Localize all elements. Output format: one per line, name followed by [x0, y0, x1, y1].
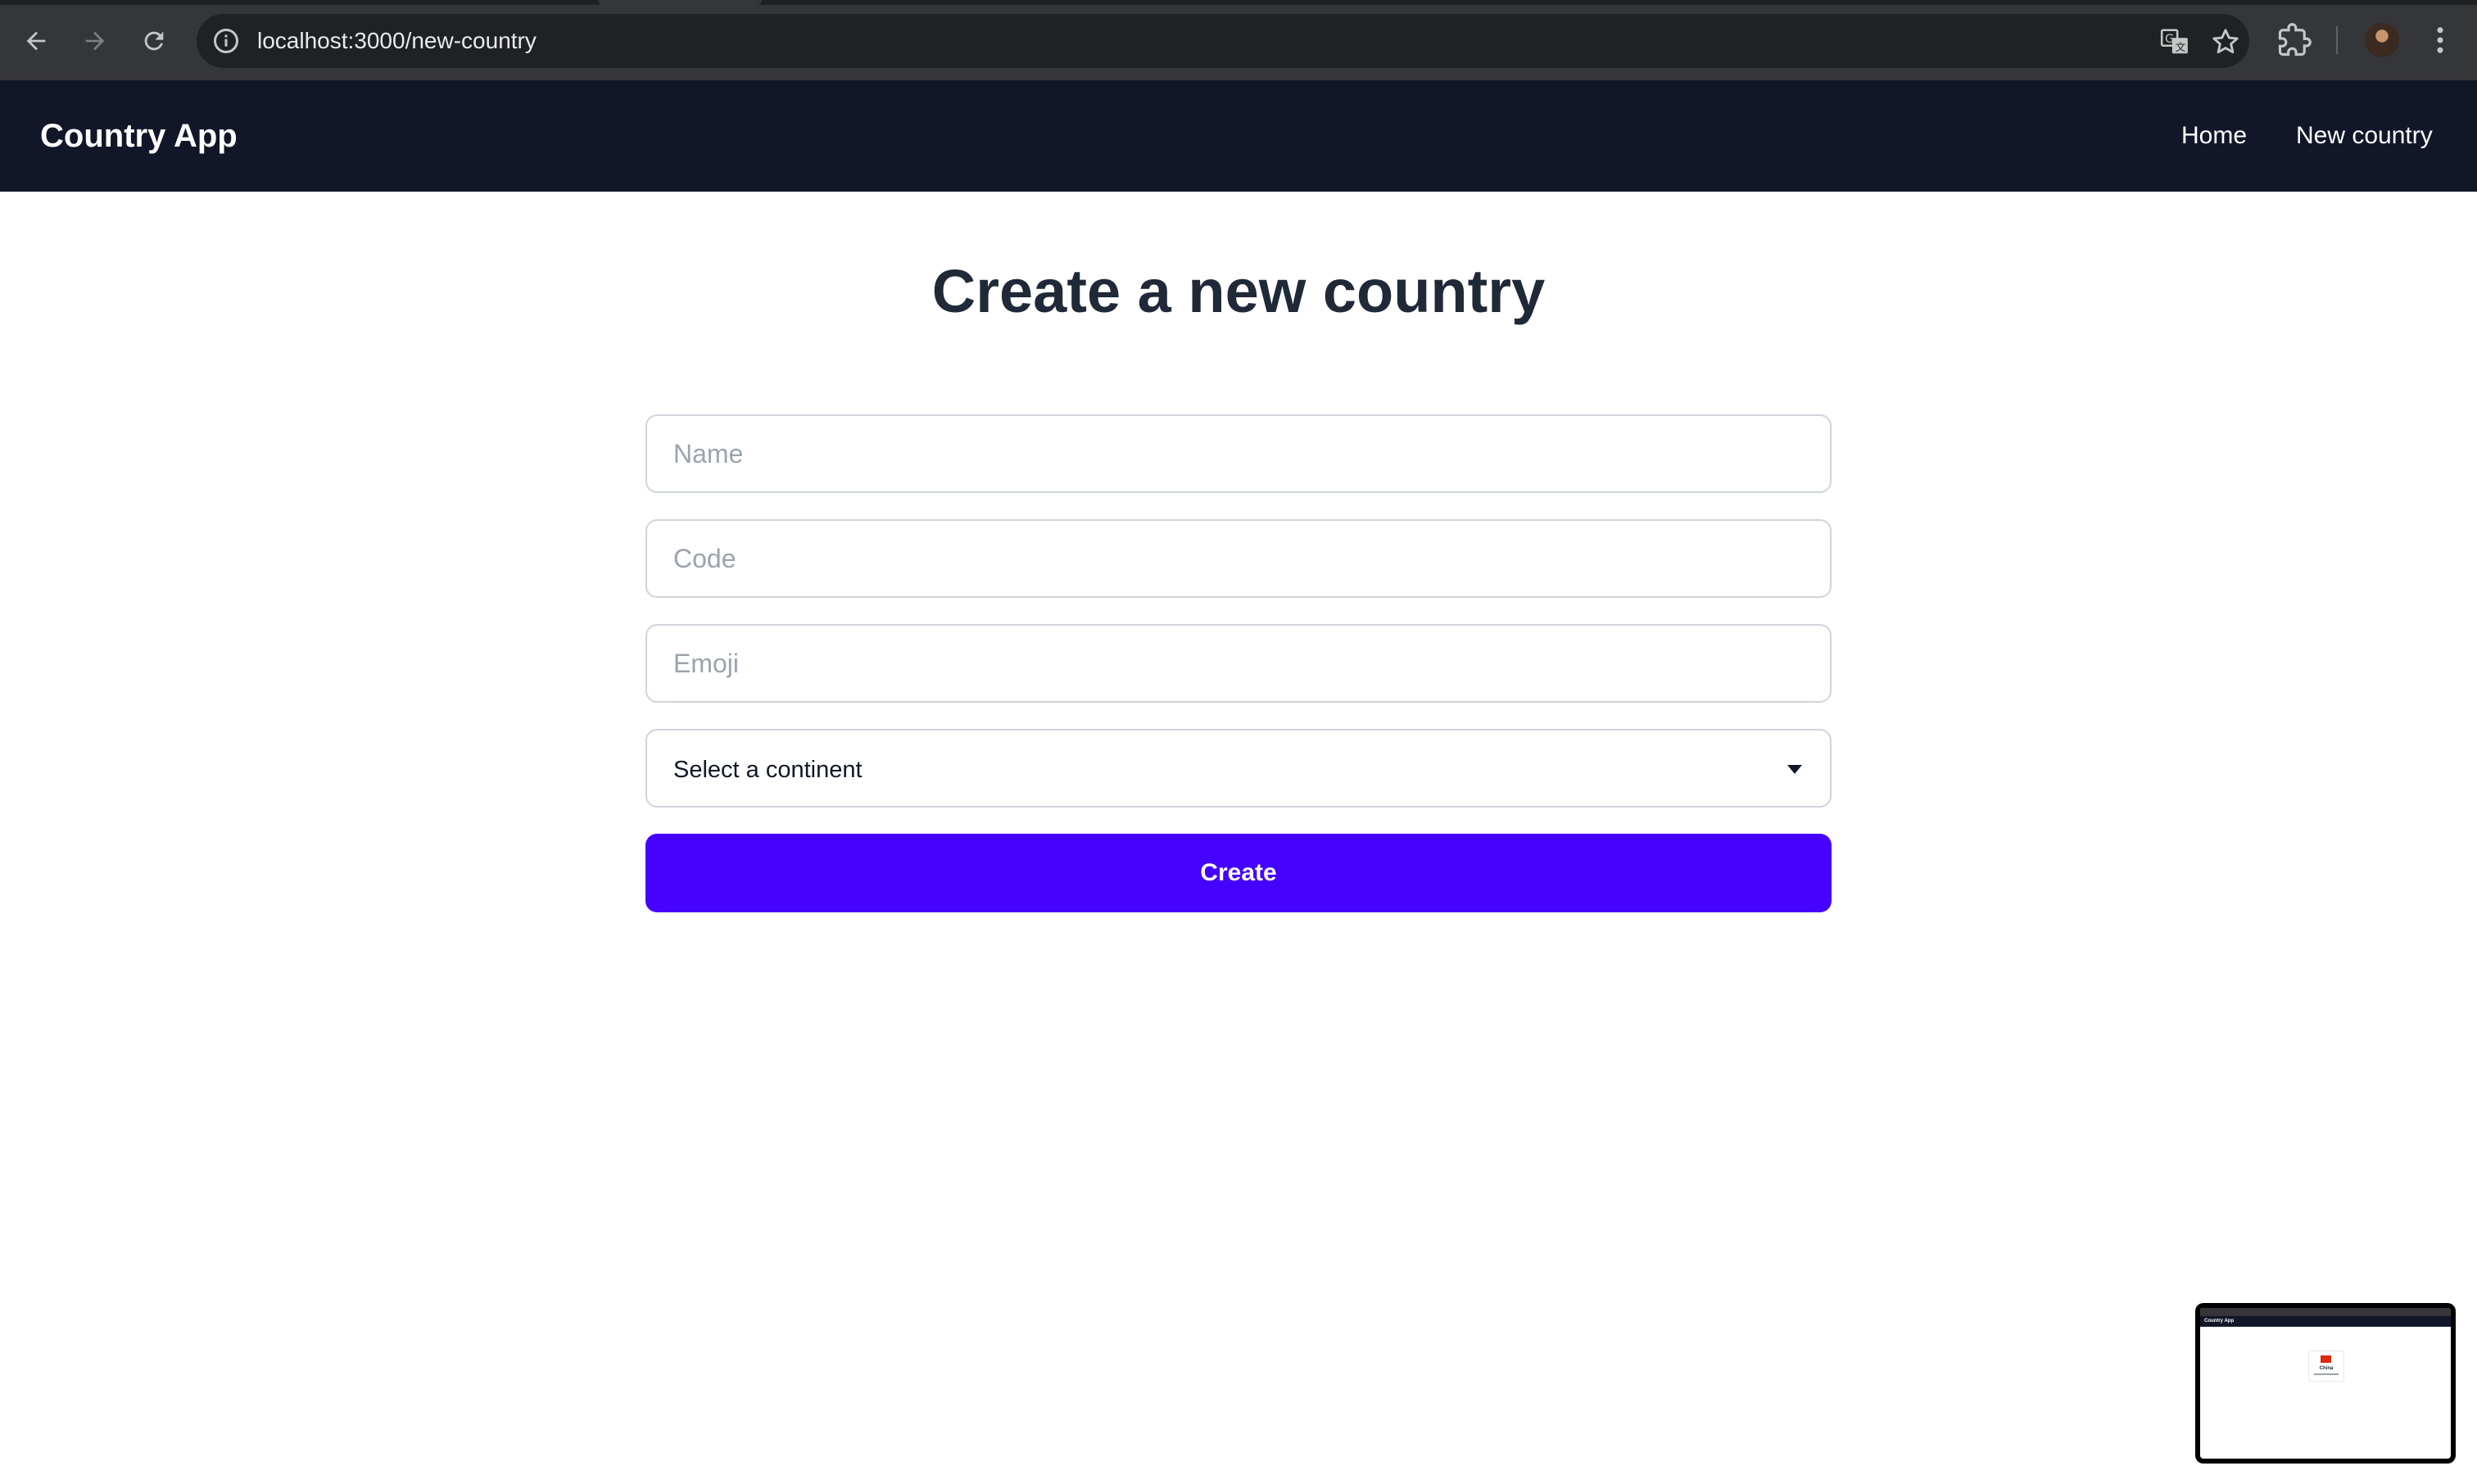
window-preview-thumbnail[interactable]: Country App China	[2195, 1303, 2456, 1464]
thumbnail-page: Country App China	[2200, 1308, 2451, 1459]
profile-avatar[interactable]	[2365, 23, 2399, 57]
thumbnail-country-name: China	[2319, 1366, 2334, 1371]
bookmark-star-icon[interactable]	[2210, 26, 2241, 57]
toolbar-divider	[2336, 26, 2338, 54]
translate-icon[interactable]: G 文	[2159, 26, 2190, 57]
continent-select[interactable]: Select a continent	[645, 729, 1832, 808]
thumbnail-country-subtext	[2314, 1373, 2339, 1375]
chevron-down-icon	[1787, 765, 1802, 774]
code-input[interactable]	[645, 519, 1832, 598]
thumbnail-browser-bar	[2200, 1308, 2451, 1316]
flag-icon	[2321, 1355, 2331, 1363]
nav-link-home[interactable]: Home	[2181, 120, 2247, 152]
nav-link-new-country[interactable]: New country	[2296, 120, 2433, 152]
name-input[interactable]	[645, 414, 1832, 493]
create-button[interactable]: Create	[645, 834, 1832, 912]
extensions-icon[interactable]	[2277, 23, 2312, 57]
address-bar[interactable]: localhost:3000/new-country G 文	[197, 14, 2249, 68]
reload-icon[interactable]	[129, 16, 179, 66]
browser-toolbar: localhost:3000/new-country G 文	[0, 0, 2477, 80]
more-menu-icon[interactable]	[2423, 23, 2457, 57]
app-brand[interactable]: Country App	[40, 116, 238, 156]
site-info-icon[interactable]	[211, 26, 241, 56]
page-title: Create a new country	[931, 257, 1546, 325]
thumbnail-navbar: Country App	[2200, 1316, 2451, 1327]
thumbnail-country-card: China	[2308, 1351, 2344, 1382]
tab-strip	[0, 0, 2477, 5]
app-navbar: Country App Home New country	[0, 80, 2477, 192]
emoji-input[interactable]	[645, 624, 1832, 703]
forward-arrow-icon[interactable]	[70, 16, 120, 66]
active-tab[interactable]	[598, 0, 762, 5]
continent-select-value: Select a continent	[673, 757, 863, 783]
back-arrow-icon[interactable]	[11, 16, 61, 66]
svg-text:文: 文	[2176, 41, 2186, 53]
thumbnail-brand: Country App	[2204, 1319, 2235, 1323]
url-text[interactable]: localhost:3000/new-country	[257, 26, 537, 56]
